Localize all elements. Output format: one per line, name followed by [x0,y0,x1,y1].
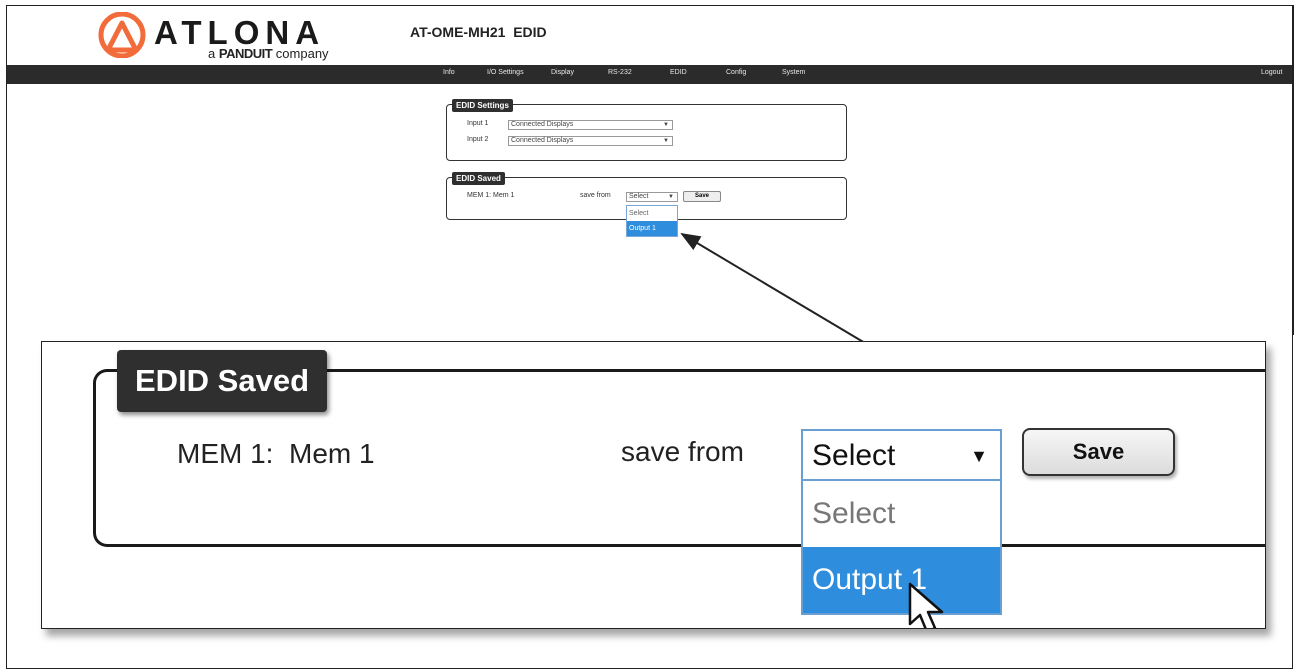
save-from-dropdown-small: Select Output 1 [626,205,678,237]
edid-saved-legend: EDID Saved [452,172,505,185]
chevron-down-icon: ▼ [663,122,669,128]
top-navbar: Info I/O Settings Display RS-232 EDID Co… [7,65,1292,84]
save-from-select[interactable]: Select ▼ [626,192,678,202]
nav-display[interactable]: Display [551,69,574,76]
save-from-dropdown: Select Output 1 [801,481,1002,615]
chevron-down-icon: ▼ [668,194,674,200]
logo-subtitle: a PANDUIT company [208,46,329,61]
chevron-down-icon: ▼ [970,446,988,466]
logo-subtitle-suffix: company [275,46,329,61]
edid-saved-legend-zoom: EDID Saved [117,350,328,412]
zoom-callout: EDID Saved MEM 1: Mem 1 save from Select… [41,341,1266,629]
mem1-label-zoom: MEM 1: Mem 1 [177,438,375,469]
frame-edge [1293,5,1294,335]
save-from-select-value: Select [629,193,649,200]
logo-subtitle-prefix: a [208,46,216,61]
input2-select-value: Connected Displays [511,137,574,144]
nav-system[interactable]: System [782,69,805,76]
logo-wordmark: ATLONA [154,14,326,51]
save-from-select-value-zoom: Select [812,439,896,472]
nav-info[interactable]: Info [443,69,455,76]
logo-subtitle-brand: PANDUIT [218,46,273,61]
save-button[interactable]: Save [1022,428,1175,476]
atlona-logo[interactable]: ATLONA a PANDUIT company [96,10,356,61]
save-from-select-zoom[interactable]: Select ▼ [801,429,1002,481]
option-select-small[interactable]: Select [627,206,677,221]
input1-label: Input 1 [467,120,489,127]
nav-edid[interactable]: EDID [670,69,687,76]
input1-select[interactable]: Connected Displays ▼ [508,120,673,130]
save-from-label-zoom: save from [621,436,744,467]
option-select[interactable]: Select [803,481,1000,547]
nav-config[interactable]: Config [726,69,746,76]
option-output1[interactable]: Output 1 [803,547,1000,613]
edid-settings-legend: EDID Settings [452,99,513,112]
chevron-down-icon: ▼ [663,138,669,144]
mouse-pointer-icon [908,582,944,628]
mem1-label: MEM 1: Mem 1 [467,192,515,199]
nav-logout[interactable]: Logout [1261,69,1282,76]
input2-label: Input 2 [467,136,489,143]
input1-select-value: Connected Displays [511,121,574,128]
device-title: AT-OME-MH21 EDID [410,24,547,40]
nav-rs232[interactable]: RS-232 [608,69,632,76]
save-button-small[interactable]: Save [683,191,721,202]
nav-io-settings[interactable]: I/O Settings [487,69,524,76]
save-from-label: save from [580,192,611,199]
edid-settings-panel [446,104,847,161]
input2-select[interactable]: Connected Displays ▼ [508,136,673,146]
option-output1-small[interactable]: Output 1 [627,221,677,236]
atlona-logo-icon [98,12,146,58]
